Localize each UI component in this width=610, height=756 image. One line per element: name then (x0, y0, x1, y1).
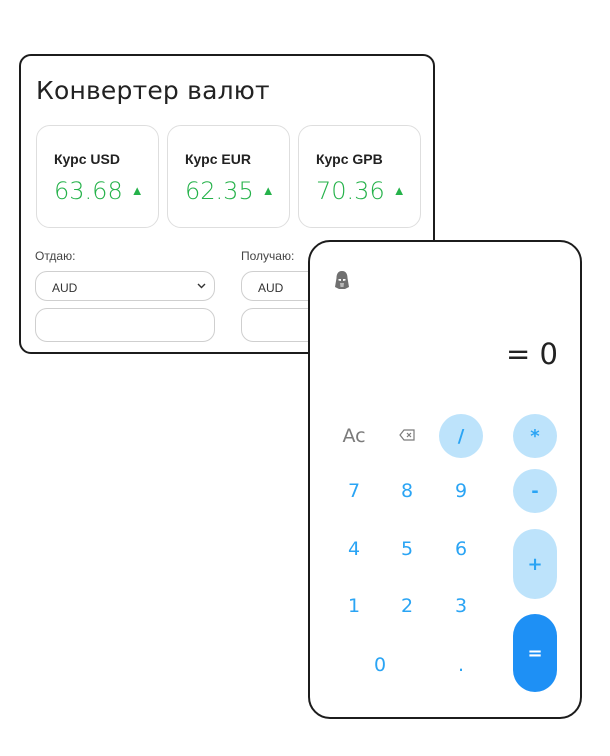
divide-button[interactable]: / (439, 414, 483, 458)
rate-value-usd: 63.68 ▲ (54, 177, 144, 205)
minus-button[interactable]: - (513, 469, 557, 513)
backspace-icon (399, 427, 415, 445)
key-3[interactable]: 3 (441, 586, 481, 626)
rate-card-usd: Курс USD 63.68 ▲ (36, 125, 159, 228)
give-currency-select[interactable]: AUD (35, 271, 215, 301)
clear-button[interactable]: Ac (334, 416, 374, 456)
trend-up-icon: ▲ (261, 184, 275, 199)
rate-value-gpb: 70.36 ▲ (316, 177, 406, 205)
key-6[interactable]: 6 (441, 529, 481, 569)
key-2[interactable]: 2 (387, 586, 427, 626)
multiply-button[interactable]: * (513, 414, 557, 458)
give-amount-input[interactable] (35, 308, 215, 342)
key-9[interactable]: 9 (441, 471, 481, 511)
give-currency-value: AUD (52, 281, 78, 295)
give-label: Отдаю: (35, 249, 76, 263)
receive-label: Получаю: (241, 249, 295, 263)
calculator-panel: = 0 Ac / * 7 8 9 - 4 5 6 + 1 2 3 = 0 . (308, 240, 582, 719)
key-4[interactable]: 4 (334, 529, 374, 569)
calculator-display: = 0 (506, 337, 558, 371)
rate-card-gpb: Курс GPB 70.36 ▲ (298, 125, 421, 228)
trend-up-icon: ▲ (130, 184, 144, 199)
key-7[interactable]: 7 (334, 471, 374, 511)
converter-title: Конвертер валют (36, 76, 270, 105)
vader-helmet-icon (334, 270, 350, 290)
rate-label-eur: Курс EUR (185, 151, 251, 167)
chevron-down-icon (197, 280, 206, 292)
key-8[interactable]: 8 (387, 471, 427, 511)
key-5[interactable]: 5 (387, 529, 427, 569)
trend-up-icon: ▲ (392, 184, 406, 199)
rate-label-gpb: Курс GPB (316, 151, 383, 167)
equals-button[interactable]: = (513, 614, 557, 692)
receive-currency-value: AUD (258, 281, 284, 295)
backspace-button[interactable] (387, 416, 427, 456)
key-0[interactable]: 0 (360, 645, 400, 685)
rate-card-eur: Курс EUR 62.35 ▲ (167, 125, 290, 228)
plus-button[interactable]: + (513, 529, 557, 599)
key-1[interactable]: 1 (334, 586, 374, 626)
rate-label-usd: Курс USD (54, 151, 120, 167)
rate-value-eur: 62.35 ▲ (185, 177, 275, 205)
decimal-button[interactable]: . (441, 645, 481, 685)
